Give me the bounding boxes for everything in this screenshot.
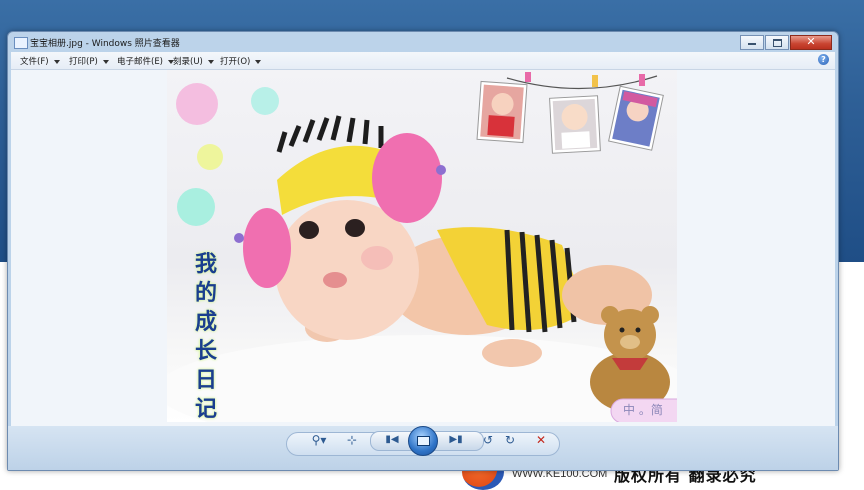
menu-email[interactable]: 电子邮件(E) xyxy=(117,55,175,67)
menu-print[interactable]: 打印(P) xyxy=(69,55,109,67)
mint-dot xyxy=(177,188,215,226)
delete-icon[interactable]: ✕ xyxy=(532,431,550,449)
rotate-counterclockwise-icon[interactable]: ↺ xyxy=(480,431,496,449)
yellow-dot xyxy=(197,144,223,170)
minimize-button[interactable] xyxy=(740,35,764,50)
slideshow-icon[interactable] xyxy=(408,426,438,456)
window-title: 宝宝相册.jpg - Windows 照片查看器 xyxy=(30,39,180,49)
title-bar[interactable]: 宝宝相册.jpg - Windows 照片查看器 ✕ xyxy=(8,32,838,52)
chevron-down-icon xyxy=(102,59,109,64)
viewer-toolbar: ⚲▾ ⊹ ▮◀ ▶▮ ↺ ↻ ✕ xyxy=(8,426,838,470)
app-icon xyxy=(14,37,28,49)
help-icon[interactable]: ? xyxy=(818,54,829,65)
menu-bar: 文件(F) 打印(P) 电子邮件(E) 刻录(U) 打开(O) ? xyxy=(11,52,835,70)
slideshow-screen xyxy=(417,436,430,446)
clip xyxy=(639,74,645,86)
close-icon: ✕ xyxy=(806,35,816,48)
baby-photo[interactable]: 我 的 成 长 日 记 中 。简 xyxy=(167,70,677,422)
maximize-button[interactable] xyxy=(765,35,789,50)
chevron-down-icon xyxy=(207,59,214,64)
vertical-title-char: 的 xyxy=(194,280,217,306)
hanging-photo-1 xyxy=(476,80,528,144)
menu-email-label: 电子邮件(E) xyxy=(117,57,164,67)
pink-dot xyxy=(176,83,218,125)
chevron-down-icon xyxy=(255,59,262,64)
menu-open[interactable]: 打开(O) xyxy=(220,55,262,67)
vertical-title-char: 成 xyxy=(194,309,217,335)
hanging-photo-2 xyxy=(549,95,601,154)
vertical-title-char: 长 xyxy=(194,338,217,364)
photo-artwork xyxy=(167,72,677,422)
vertical-title: 我 的 成 长 日 记 xyxy=(189,250,223,422)
menu-print-label: 打印(P) xyxy=(69,57,98,67)
maximize-icon xyxy=(773,39,782,47)
actual-size-icon[interactable]: ⊹ xyxy=(342,431,362,449)
image-viewport[interactable]: 我 的 成 长 日 记 中 。简 xyxy=(11,70,835,426)
clip xyxy=(525,72,531,82)
previous-icon[interactable]: ▮◀ xyxy=(380,431,404,449)
hanging-photo-3 xyxy=(608,85,664,151)
menu-file-label: 文件(F) xyxy=(20,57,49,67)
menu-burn-label: 刻录(U) xyxy=(173,57,203,67)
close-button[interactable]: ✕ xyxy=(790,35,832,50)
window-controls: ✕ xyxy=(740,35,832,50)
photo-viewer-window: 宝宝相册.jpg - Windows 照片查看器 ✕ 文件(F) 打印(P) 电… xyxy=(7,31,839,471)
menu-burn[interactable]: 刻录(U) xyxy=(173,55,214,67)
badge-text: 中 。简 xyxy=(623,403,663,417)
baby xyxy=(234,115,652,367)
vertical-title-char: 日 xyxy=(194,367,217,393)
vertical-title-char: 我 xyxy=(194,251,217,277)
clip xyxy=(592,75,598,87)
aqua-dot xyxy=(251,87,279,115)
menu-file[interactable]: 文件(F) xyxy=(20,55,60,67)
menu-open-label: 打开(O) xyxy=(220,57,251,67)
minimize-icon xyxy=(748,43,756,45)
rotate-clockwise-icon[interactable]: ↻ xyxy=(502,431,518,449)
next-icon[interactable]: ▶▮ xyxy=(444,431,468,449)
zoom-icon[interactable]: ⚲▾ xyxy=(308,431,330,449)
vertical-title-char: 记 xyxy=(194,396,217,422)
chevron-down-icon xyxy=(53,59,60,64)
